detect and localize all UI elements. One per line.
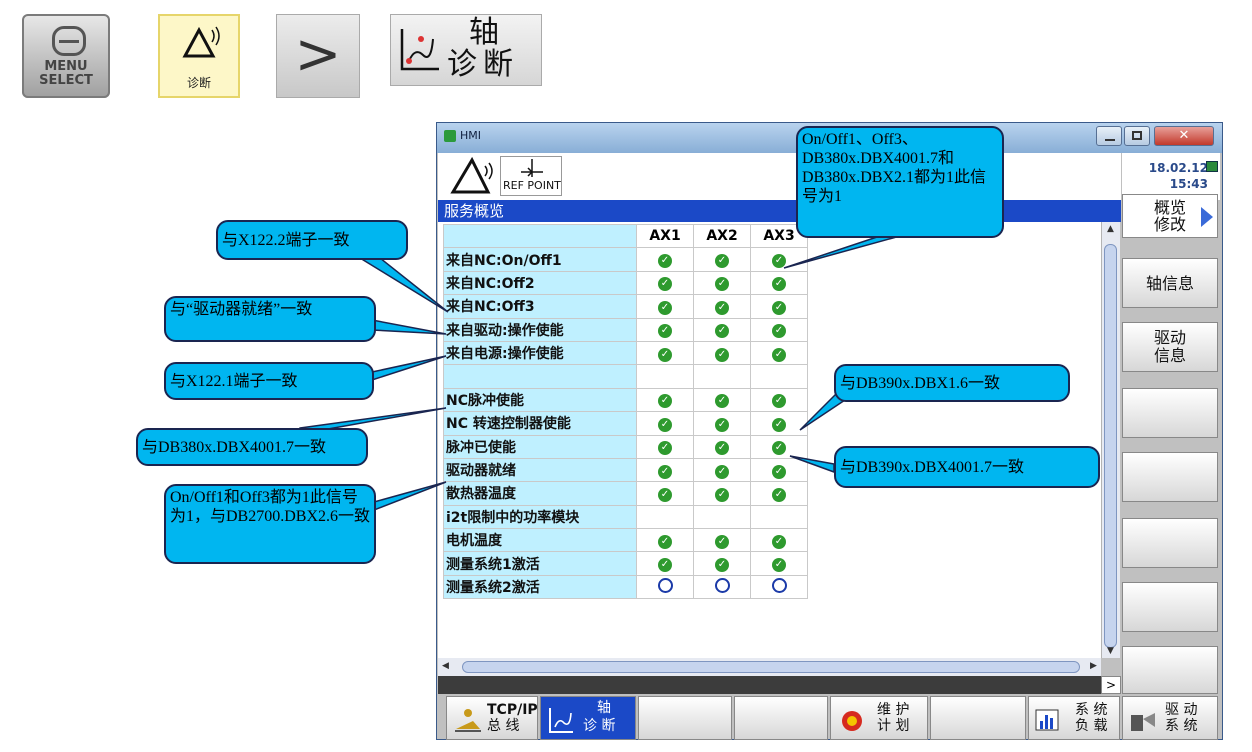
callout-speed-controller: On/Off1、Off3、DB380x.DBX4001.7和DB380x.DBX… — [796, 126, 1004, 238]
callout-db390-4001: 与DB390x.DBX4001.7一致 — [834, 446, 1100, 488]
leader-c5 — [373, 481, 447, 512]
callout-x122-2: 与X122.2端子一致 — [216, 220, 408, 260]
leader-c3 — [371, 355, 447, 382]
callout-pulse-enabled: On/Off1和Off3都为1此信号为1，与DB2700.DBX2.6一致 — [164, 484, 376, 564]
callout-db380-4001: 与DB380x.DBX4001.7一致 — [136, 428, 368, 466]
leader-c8 — [789, 455, 835, 474]
callout-x122-1: 与X122.1端子一致 — [164, 362, 374, 400]
leader-c2 — [371, 319, 447, 335]
callout-drive-ready: 与“驱动器就绪”一致 — [164, 296, 376, 342]
leader-c6 — [783, 235, 901, 269]
callout-db390-1-6: 与DB390x.DBX1.6一致 — [834, 364, 1070, 402]
